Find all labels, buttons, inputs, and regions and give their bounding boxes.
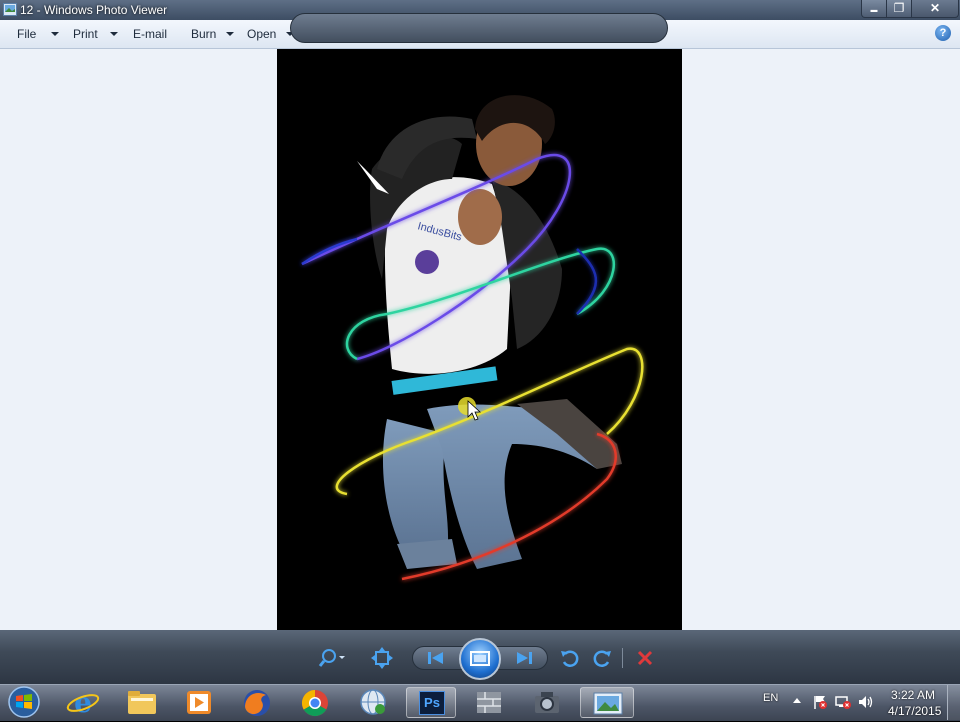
stack-icon xyxy=(477,692,501,713)
restore-icon: ❐ xyxy=(893,1,905,15)
taskbar-media-player[interactable] xyxy=(174,687,224,718)
network-status-icon xyxy=(835,696,851,709)
chrome-icon xyxy=(301,689,328,717)
file-explorer-icon xyxy=(128,691,156,714)
menu-print[interactable]: Print xyxy=(73,27,118,41)
menu-open[interactable]: Open xyxy=(247,27,295,41)
image-viewer-area: IndusBits xyxy=(0,49,960,630)
media-player-icon xyxy=(187,691,211,714)
start-button[interactable] xyxy=(6,685,42,719)
photo-artwork: IndusBits xyxy=(301,95,644,581)
next-button[interactable] xyxy=(512,646,538,670)
menu-print-label: Print xyxy=(73,27,98,41)
action-center-icon xyxy=(814,696,827,709)
control-divider xyxy=(622,648,623,668)
taskbar-chrome[interactable] xyxy=(290,687,340,718)
show-hidden-icons-icon[interactable] xyxy=(793,698,801,703)
close-button[interactable]: ✕ xyxy=(911,0,959,18)
menu-file-label: File xyxy=(17,27,37,41)
slideshow-button[interactable] xyxy=(459,638,501,680)
tray-flag-button[interactable] xyxy=(812,694,828,710)
volume-icon xyxy=(859,696,873,708)
chevron-down-icon xyxy=(226,31,235,36)
clock-time[interactable]: 3:22 AM xyxy=(891,688,935,702)
chevron-down-icon xyxy=(109,31,118,36)
actual-size-button[interactable] xyxy=(370,646,396,670)
rotate-clockwise-icon xyxy=(593,650,611,667)
taskbar-stacked-app[interactable] xyxy=(464,687,514,718)
windows-start-icon xyxy=(8,686,40,718)
taskbar-camera-app[interactable] xyxy=(522,687,572,718)
language-indicator[interactable]: EN xyxy=(763,692,778,704)
tray-network-button[interactable] xyxy=(834,694,852,710)
photoshop-icon: Ps xyxy=(419,691,445,715)
maximize-button[interactable]: ❐ xyxy=(886,0,912,18)
camera-icon xyxy=(535,692,559,713)
rotate-clockwise-button[interactable] xyxy=(590,646,616,670)
taskbar-photo-viewer[interactable] xyxy=(580,687,634,718)
menu-burn-label: Burn xyxy=(191,27,217,41)
control-pill-background xyxy=(290,13,668,43)
help-icon[interactable]: ? xyxy=(935,25,951,41)
zoom-button[interactable] xyxy=(318,646,345,670)
delete-button[interactable] xyxy=(633,646,659,670)
previous-button[interactable] xyxy=(424,646,450,670)
menu-email[interactable]: E-mail xyxy=(133,27,167,41)
menu-open-label: Open xyxy=(247,27,277,41)
tray-volume-button[interactable] xyxy=(857,694,875,710)
slideshow-icon xyxy=(470,651,490,666)
taskbar-file-explorer[interactable] xyxy=(116,687,166,718)
minimize-button[interactable]: ▬ xyxy=(861,0,887,18)
taskbar-firefox[interactable] xyxy=(232,687,282,718)
rotate-counterclockwise-icon xyxy=(561,650,579,667)
minimize-icon: ▬ xyxy=(870,7,878,14)
taskbar-photoshop[interactable]: Ps xyxy=(406,687,456,718)
window-title: 12 - Windows Photo Viewer xyxy=(20,3,168,17)
menu-file[interactable]: File xyxy=(17,27,60,41)
firefox-icon xyxy=(244,690,270,716)
network-icon xyxy=(360,689,386,715)
close-icon: ✕ xyxy=(929,1,941,15)
clock-date[interactable]: 4/17/2015 xyxy=(888,704,941,718)
rotate-counterclockwise-button[interactable] xyxy=(558,646,584,670)
chevron-down-icon xyxy=(51,31,60,36)
delete-icon xyxy=(637,650,653,666)
show-desktop-button[interactable] xyxy=(947,685,960,720)
menu-email-label: E-mail xyxy=(133,27,168,41)
person-figure: IndusBits xyxy=(357,95,622,569)
next-icon xyxy=(517,652,532,664)
internet-explorer-icon: e xyxy=(66,686,100,719)
taskbar-internet-explorer[interactable]: e xyxy=(58,686,108,719)
menu-burn[interactable]: Burn xyxy=(191,27,235,41)
svg-text:e: e xyxy=(74,687,92,718)
actual-size-icon xyxy=(371,647,393,669)
photo-viewer-icon xyxy=(593,692,623,715)
photo-viewer-app-icon xyxy=(3,3,17,16)
zoom-icon xyxy=(318,649,345,667)
taskbar-network-app[interactable] xyxy=(348,687,398,718)
displayed-photo[interactable]: IndusBits xyxy=(277,49,682,630)
previous-icon xyxy=(428,652,443,664)
